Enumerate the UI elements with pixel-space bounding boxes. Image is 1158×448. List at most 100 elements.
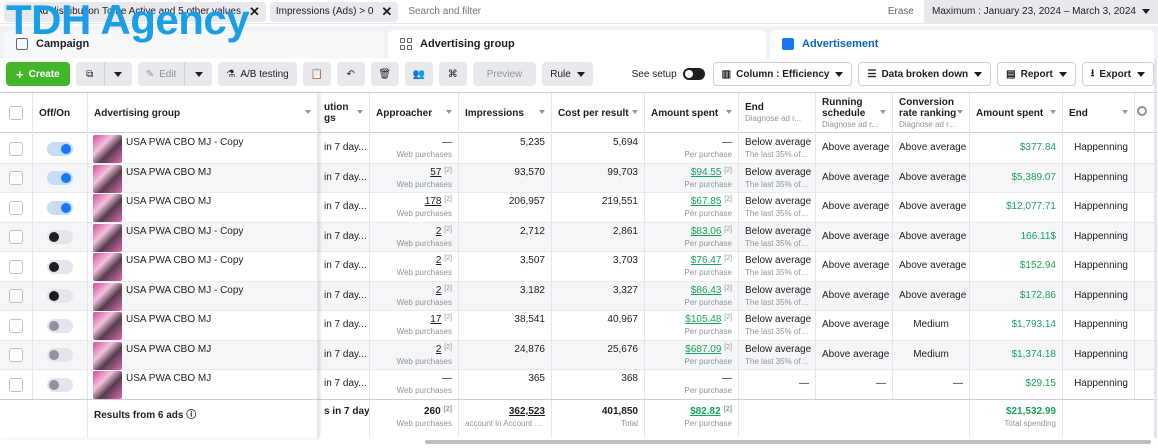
toggle-switch[interactable]: [682, 68, 705, 80]
ad-name[interactable]: USA PWA CBO MJ - Copy: [126, 285, 243, 296]
ad-name[interactable]: USA PWA CBO MJ: [126, 167, 211, 178]
ad-toggle[interactable]: [47, 230, 73, 245]
duplicate-dropdown[interactable]: [103, 62, 132, 86]
export-button[interactable]: ⭳ Export: [1081, 62, 1154, 86]
column-settings[interactable]: [1135, 93, 1155, 133]
table-row[interactable]: USA PWA CBO MJ in 7 day... — Web purchases…: [0, 370, 1158, 400]
undo-button[interactable]: ↶: [336, 62, 365, 86]
table-row[interactable]: USA PWA CBO MJ - Copy in 7 day... — Web pu…: [0, 134, 1158, 164]
erase-link[interactable]: Erase: [888, 6, 914, 17]
table-row[interactable]: USA PWA CBO MJ in 7 day... 17 [2] Web purch…: [0, 311, 1158, 341]
ad-name[interactable]: USA PWA CBO MJ - Copy: [126, 137, 243, 148]
group-cell[interactable]: USA PWA CBO MJ: [88, 311, 318, 341]
tab-label: Campaign: [36, 38, 90, 50]
ad-thumbnail: [93, 194, 122, 222]
row-select-cell: [0, 222, 33, 252]
ad-name[interactable]: USA PWA CBO MJ - Copy: [126, 226, 243, 237]
ad-name[interactable]: USA PWA CBO MJ: [126, 344, 211, 355]
group-cell[interactable]: USA PWA CBO MJ - Copy: [88, 134, 318, 164]
row-checkbox[interactable]: [9, 259, 23, 274]
duplicate-button[interactable]: ⧉: [75, 62, 104, 86]
row-checkbox[interactable]: [9, 230, 23, 245]
edit-dropdown[interactable]: [184, 62, 213, 86]
tag-button[interactable]: ⌘: [438, 62, 467, 86]
table-row[interactable]: USA PWA CBO MJ - Copy in 7 day... 2 [2] Web…: [0, 281, 1158, 311]
group-cell[interactable]: USA PWA CBO MJ: [88, 163, 318, 193]
ad-name[interactable]: USA PWA CBO MJ: [126, 196, 211, 207]
rule-button[interactable]: Rule: [542, 62, 593, 86]
table-row[interactable]: USA PWA CBO MJ - Copy in 7 day... 2 [2] Web…: [0, 222, 1158, 252]
header-running-schedule[interactable]: Running schedule Diagnose ad r...: [816, 93, 893, 133]
breakdown-button[interactable]: ☰ Data broken down: [858, 62, 992, 86]
footnote: [2]: [444, 196, 452, 203]
filter-chip-distribution[interactable]: Ad distribution To be Active and 5 other…: [4, 1, 266, 22]
header-amount-spent[interactable]: Amount spent: [645, 93, 739, 133]
header-end[interactable]: End Diagnose ad r...: [739, 93, 816, 133]
create-button[interactable]: + Create: [6, 62, 70, 86]
table-row[interactable]: USA PWA CBO MJ in 7 day... 57 [2] Web purch…: [0, 163, 1158, 193]
ad-toggle[interactable]: [47, 200, 73, 215]
ad-toggle[interactable]: [47, 377, 73, 392]
close-icon[interactable]: ✕: [381, 4, 392, 20]
ad-name[interactable]: USA PWA CBO MJ: [126, 314, 211, 325]
ab-testing-button[interactable]: ⚗ A/B testing: [218, 62, 297, 86]
header-attribution[interactable]: ution gs: [318, 93, 370, 133]
ad-toggle[interactable]: [47, 318, 73, 333]
edit-button[interactable]: ✎ Edit: [137, 62, 185, 86]
row-checkbox[interactable]: [9, 200, 23, 215]
ad-toggle[interactable]: [47, 348, 73, 363]
group-cell[interactable]: USA PWA CBO MJ: [88, 193, 318, 223]
total-sub: account in Account Ce...: [465, 419, 545, 428]
header-conversion-ranking[interactable]: Conversion rate ranking Diagnose ad r...: [893, 93, 970, 133]
header-approacher[interactable]: Approacher: [370, 93, 459, 133]
preview-button[interactable]: Preview: [472, 62, 537, 86]
table-row[interactable]: USA PWA CBO MJ in 7 day... 178 [2] Web purc…: [0, 193, 1158, 223]
header-advertising-group[interactable]: Advertising group: [88, 93, 318, 133]
end2-cell: Happenning: [1063, 134, 1135, 164]
row-checkbox[interactable]: [9, 318, 23, 333]
report-label: Report: [1020, 68, 1053, 80]
tab-advertising-group[interactable]: Advertising group: [388, 30, 766, 58]
ad-toggle[interactable]: [47, 141, 73, 156]
group-cell[interactable]: USA PWA CBO MJ - Copy: [88, 222, 318, 252]
horizontal-scrollbar[interactable]: [425, 440, 1151, 444]
ad-toggle[interactable]: [47, 259, 73, 274]
group-cell[interactable]: USA PWA CBO MJ: [88, 340, 318, 370]
filter-chip-impressions[interactable]: Impressions (Ads) > 0 ✕: [269, 1, 399, 22]
ad-name[interactable]: USA PWA CBO MJ - Copy: [126, 255, 243, 266]
row-checkbox[interactable]: [9, 377, 23, 392]
date-range-picker[interactable]: Maximum : January 23, 2024 – March 3, 20…: [924, 0, 1158, 24]
header-cost-per-result[interactable]: Cost per result: [552, 93, 645, 133]
tab-advertisement[interactable]: Advertisement: [770, 30, 1154, 58]
header-end-2[interactable]: End: [1063, 93, 1135, 133]
column-button[interactable]: ▥ Column : Efficiency: [712, 62, 853, 86]
vertical-scrollbar[interactable]: [1154, 58, 1157, 438]
end-value: Below average: [745, 137, 812, 148]
schedule-cell: Above average: [816, 252, 893, 282]
clipboard-button[interactable]: 📋: [302, 62, 331, 86]
header-amount-spent-2[interactable]: Amount spent: [970, 93, 1063, 133]
header-onoff[interactable]: Off/On: [33, 93, 88, 133]
total-attribution: s in 7 day...: [318, 400, 370, 438]
close-icon[interactable]: ✕: [249, 4, 260, 20]
row-checkbox[interactable]: [9, 171, 23, 186]
audience-button[interactable]: 👥: [404, 62, 433, 86]
ad-name[interactable]: USA PWA CBO MJ: [126, 373, 211, 384]
row-checkbox[interactable]: [9, 289, 23, 304]
group-cell[interactable]: USA PWA CBO MJ: [88, 370, 318, 400]
header-impressions[interactable]: Impressions: [459, 93, 552, 133]
ad-toggle[interactable]: [47, 171, 73, 186]
delete-button[interactable]: 🗑: [370, 62, 399, 86]
row-checkbox[interactable]: [9, 348, 23, 363]
see-setup-toggle[interactable]: See setup: [632, 68, 705, 80]
report-button[interactable]: ▤ Report: [997, 62, 1076, 86]
search-input[interactable]: [408, 6, 888, 17]
table-row[interactable]: USA PWA CBO MJ in 7 day... 2 [2] Web purcha…: [0, 340, 1158, 370]
ad-toggle[interactable]: [47, 289, 73, 304]
row-checkbox[interactable]: [9, 141, 23, 156]
group-cell[interactable]: USA PWA CBO MJ - Copy: [88, 281, 318, 311]
table-row[interactable]: USA PWA CBO MJ - Copy in 7 day... 2 [2] Web…: [0, 252, 1158, 282]
select-all-checkbox[interactable]: [9, 106, 23, 120]
tab-campaign[interactable]: Campaign: [4, 30, 384, 58]
group-cell[interactable]: USA PWA CBO MJ - Copy: [88, 252, 318, 282]
